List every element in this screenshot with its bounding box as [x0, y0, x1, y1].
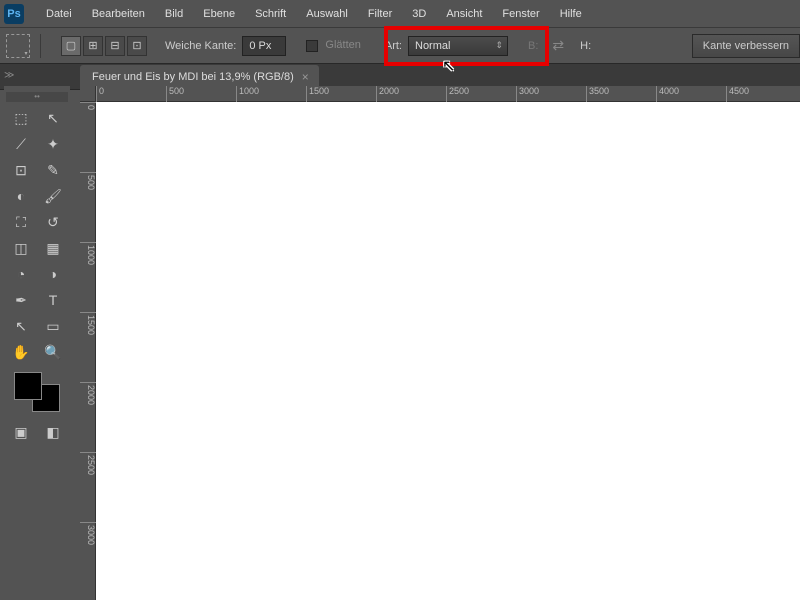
mode-new[interactable]: ▢ [61, 36, 81, 56]
ruler-tick: 2000 [376, 86, 399, 102]
menu-auswahl[interactable]: Auswahl [296, 4, 358, 24]
close-tab-icon[interactable]: × [302, 70, 309, 84]
separator [40, 34, 41, 58]
height-label: H: [580, 40, 591, 52]
ruler-tick: 4000 [656, 86, 679, 102]
horizontal-ruler[interactable]: 0 500 1000 1500 2000 2500 3000 3500 4000 4500 [96, 86, 800, 102]
menu-3d[interactable]: 3D [402, 4, 436, 24]
options-bar: ▢ ⊞ ⊟ ⊡ Weiche Kante: Glätten Art: Norma… [0, 28, 800, 64]
app-logo: Ps [4, 4, 24, 24]
tool-panel: •• ⬚↖⟋✦⊡✎◐🖌⛶↺◫▦◔◑✒T↖▭✋🔍 ▣◧ [4, 86, 70, 452]
selection-mode-group: ▢ ⊞ ⊟ ⊡ [61, 36, 147, 56]
gradient-tool[interactable]: ▦ [38, 236, 68, 260]
zoom-tool[interactable]: 🔍 [38, 340, 68, 364]
ruler-tick: 500 [166, 86, 184, 102]
eraser-tool[interactable]: ◫ [6, 236, 36, 260]
current-tool-indicator[interactable] [6, 34, 30, 58]
dodge-tool[interactable]: ◑ [38, 262, 68, 286]
feather-label: Weiche Kante: [165, 40, 236, 52]
menu-ansicht[interactable]: Ansicht [436, 4, 492, 24]
style-label: Art: [385, 40, 402, 52]
vertical-ruler[interactable]: 0 500 1000 1500 2000 2500 3000 [80, 102, 96, 600]
style-dropdown[interactable]: Normal [408, 36, 508, 56]
menu-ebene[interactable]: Ebene [193, 4, 245, 24]
history-tool[interactable]: ↺ [38, 210, 68, 234]
color-swatches [12, 370, 62, 414]
lasso-tool[interactable]: ⟋ [6, 132, 36, 156]
stamp-tool[interactable]: ⛶ [6, 210, 36, 234]
path-tool[interactable]: ↖ [6, 314, 36, 338]
style-value: Normal [415, 40, 450, 52]
ruler-origin[interactable] [80, 86, 96, 102]
wand-tool[interactable]: ✦ [38, 132, 68, 156]
ruler-tick: 1000 [80, 242, 96, 265]
brush-tool[interactable]: 🖌 [38, 184, 68, 208]
eyedropper-tool[interactable]: ✎ [38, 158, 68, 182]
antialias-group: Glätten [306, 39, 361, 51]
foreground-color-swatch[interactable] [14, 372, 42, 400]
move-tool[interactable]: ↖ [38, 106, 68, 130]
editmode-button[interactable]: ▣ [6, 420, 36, 444]
crop-tool[interactable]: ⊡ [6, 158, 36, 182]
blur-tool[interactable]: ◔ [6, 262, 36, 286]
mode-subtract[interactable]: ⊟ [105, 36, 125, 56]
width-label: B: [528, 40, 538, 52]
ruler-tick: 3000 [516, 86, 539, 102]
document-canvas[interactable] [96, 102, 800, 600]
ruler-tick: 1000 [236, 86, 259, 102]
menu-bar: Ps Datei Bearbeiten Bild Ebene Schrift A… [0, 0, 800, 28]
menu-hilfe[interactable]: Hilfe [550, 4, 592, 24]
ruler-tick: 3500 [586, 86, 609, 102]
mode-intersect[interactable]: ⊡ [127, 36, 147, 56]
canvas-viewport[interactable] [96, 102, 800, 600]
document-tab-title: Feuer und Eis by MDI bei 13,9% (RGB/8) [92, 71, 294, 83]
menu-filter[interactable]: Filter [358, 4, 402, 24]
menu-fenster[interactable]: Fenster [492, 4, 549, 24]
ruler-tick: 4500 [726, 86, 749, 102]
screenmode-button[interactable]: ◧ [38, 420, 68, 444]
hand-tool[interactable]: ✋ [6, 340, 36, 364]
refine-edge-button[interactable]: Kante verbessern [692, 34, 800, 58]
ruler-tick: 500 [80, 172, 96, 190]
ruler-tick: 0 [96, 86, 104, 102]
shape-tool[interactable]: ▭ [38, 314, 68, 338]
ruler-tick: 2500 [446, 86, 469, 102]
mode-add[interactable]: ⊞ [83, 36, 103, 56]
ruler-tick: 1500 [306, 86, 329, 102]
antialias-label: Glätten [325, 39, 360, 51]
feather-input[interactable] [242, 36, 286, 56]
menu-bearbeiten[interactable]: Bearbeiten [82, 4, 155, 24]
type-tool[interactable]: T [38, 288, 68, 312]
ruler-tick: 0 [80, 102, 96, 110]
ruler-tick: 1500 [80, 312, 96, 335]
pen-tool[interactable]: ✒ [6, 288, 36, 312]
tab-scroll-arrows[interactable]: ≫ [4, 70, 14, 81]
antialias-checkbox[interactable] [306, 40, 318, 52]
menu-datei[interactable]: Datei [36, 4, 82, 24]
ruler-tick: 2000 [80, 382, 96, 405]
ruler-tick: 2500 [80, 452, 96, 475]
toolbox-collapse-grip[interactable]: •• [6, 92, 68, 102]
swap-dimensions-icon[interactable]: ⇄ [552, 37, 564, 54]
marquee-tool[interactable]: ⬚ [6, 106, 36, 130]
menu-bild[interactable]: Bild [155, 4, 193, 24]
menu-schrift[interactable]: Schrift [245, 4, 296, 24]
ruler-tick: 3000 [80, 522, 96, 545]
patch-tool[interactable]: ◐ [6, 184, 36, 208]
